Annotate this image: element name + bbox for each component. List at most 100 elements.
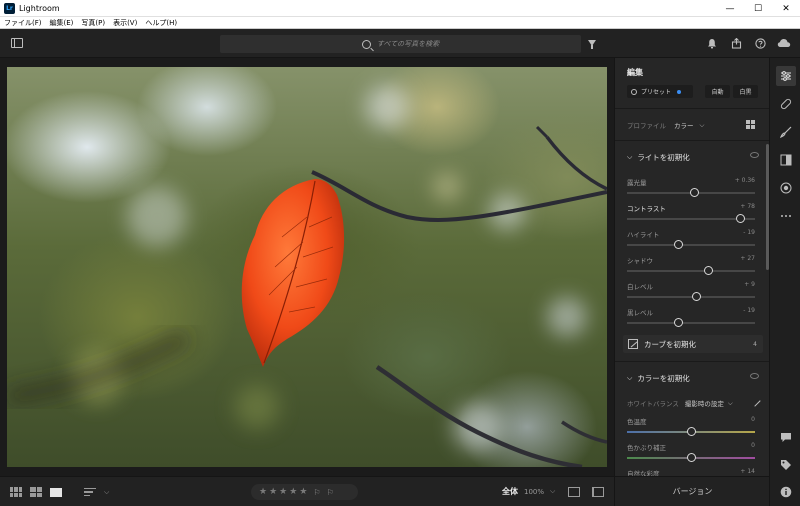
light-collapse-chevron-icon[interactable]: ⌵ bbox=[627, 153, 632, 162]
close-button[interactable]: ✕ bbox=[772, 0, 800, 17]
sort-chevron-icon[interactable]: ⌵ bbox=[104, 488, 109, 497]
slider-thumb[interactable] bbox=[674, 240, 684, 249]
cloud-sync-icon[interactable] bbox=[776, 35, 792, 51]
auto-button[interactable]: 自動 bbox=[705, 85, 730, 98]
detail-view-icon[interactable] bbox=[50, 487, 62, 497]
reject-flag-icon[interactable]: ⚐ bbox=[327, 488, 334, 497]
slider-track[interactable] bbox=[627, 244, 755, 246]
tag-icon[interactable] bbox=[776, 455, 796, 475]
search-bar[interactable]: すべての写真を検索 bbox=[220, 35, 581, 53]
photo-grid-view-icon[interactable] bbox=[30, 487, 42, 497]
slider-track[interactable] bbox=[627, 296, 755, 298]
tint-slider[interactable]: 色かぶり補正 0 bbox=[627, 442, 755, 468]
slider-label: 黒レベル bbox=[627, 309, 653, 317]
slider-value[interactable]: - 19 bbox=[743, 229, 755, 236]
menu-help[interactable]: ヘルプ(H) bbox=[145, 18, 177, 28]
comment-icon[interactable] bbox=[776, 427, 796, 447]
color-collapse-chevron-icon[interactable]: ⌵ bbox=[627, 374, 632, 383]
square-grid-view-icon[interactable] bbox=[10, 487, 22, 497]
search-input[interactable]: すべての写真を検索 bbox=[377, 39, 439, 49]
menu-edit[interactable]: 編集(E) bbox=[50, 18, 74, 28]
slider-value[interactable]: 0 bbox=[751, 416, 755, 423]
radial-icon[interactable] bbox=[776, 178, 796, 198]
color-section-header[interactable]: ⌵ カラーを初期化 bbox=[627, 373, 759, 384]
photo-preview[interactable] bbox=[7, 67, 607, 467]
slider-value[interactable]: - 19 bbox=[743, 307, 755, 314]
zoom-chevron-icon[interactable]: ⌵ bbox=[550, 487, 555, 496]
curve-section-header[interactable]: カーブを初期化 4 bbox=[623, 335, 763, 353]
star-rating-4[interactable]: ★ bbox=[289, 487, 297, 497]
light-section-header[interactable]: ⌵ ライトを初期化 bbox=[627, 152, 759, 163]
profile-chevron-icon[interactable]: ⌵ bbox=[700, 121, 705, 130]
healing-icon[interactable] bbox=[776, 94, 796, 114]
white-balance-row[interactable]: ホワイトバランス 撮影時の設定 ⌵ bbox=[627, 395, 761, 408]
menu-view[interactable]: 表示(V) bbox=[113, 18, 137, 28]
profile-browser-icon[interactable] bbox=[746, 120, 755, 129]
help-icon[interactable] bbox=[752, 35, 768, 51]
menu-file[interactable]: ファイル(F) bbox=[4, 18, 42, 28]
sort-icon[interactable] bbox=[84, 487, 96, 497]
filter-icon[interactable] bbox=[588, 40, 596, 49]
star-rating-1[interactable]: ★ bbox=[259, 487, 267, 497]
curve-icon bbox=[628, 339, 638, 349]
blacks-slider[interactable]: 黒レベル - 19 bbox=[627, 307, 755, 333]
temperature-slider[interactable]: 色温度 0 bbox=[627, 416, 755, 442]
slider-thumb[interactable] bbox=[692, 292, 702, 301]
presets-button[interactable]: プリセット bbox=[627, 85, 693, 98]
highlights-slider[interactable]: ハイライト - 19 bbox=[627, 229, 755, 255]
menu-bar: ファイル(F) 編集(E) 写真(P) 表示(V) ヘルプ(H) bbox=[0, 17, 800, 29]
profile-row[interactable]: プロファイル カラー ⌵ bbox=[627, 120, 757, 131]
view-mode-icons: ⌵ bbox=[10, 487, 109, 497]
slider-thumb[interactable] bbox=[686, 427, 696, 436]
exposure-slider[interactable]: 露光量 + 0.36 bbox=[627, 177, 755, 203]
slider-value[interactable]: + 78 bbox=[740, 203, 755, 210]
zoom-fit-button[interactable]: 全体 bbox=[502, 486, 518, 497]
share-icon[interactable] bbox=[728, 35, 744, 51]
split-view-icon[interactable] bbox=[592, 487, 604, 497]
star-rating-2[interactable]: ★ bbox=[269, 487, 277, 497]
slider-thumb[interactable] bbox=[686, 453, 696, 462]
notification-bell-icon[interactable] bbox=[704, 35, 720, 51]
before-after-icon[interactable] bbox=[568, 487, 580, 497]
white-balance-chevron-icon[interactable]: ⌵ bbox=[728, 399, 733, 408]
eyedropper-icon[interactable] bbox=[749, 395, 761, 407]
light-visibility-eye-icon[interactable] bbox=[750, 152, 759, 158]
presets-label: プリセット bbox=[641, 89, 672, 96]
pick-flag-icon[interactable]: ⚐ bbox=[313, 488, 320, 497]
more-icon[interactable] bbox=[776, 206, 796, 226]
slider-thumb[interactable] bbox=[736, 214, 746, 223]
slider-value[interactable]: + 14 bbox=[740, 468, 755, 475]
slider-value[interactable]: 0 bbox=[751, 442, 755, 449]
zoom-level[interactable]: 100% bbox=[524, 488, 544, 496]
rating-flag-box: ★ ★ ★ ★ ★ ⚐ ⚐ bbox=[251, 484, 358, 500]
maximize-button[interactable]: ☐ bbox=[744, 0, 772, 17]
slider-thumb[interactable] bbox=[674, 318, 684, 327]
slider-thumb[interactable] bbox=[703, 266, 713, 275]
edit-icon[interactable] bbox=[776, 66, 796, 86]
profile-value[interactable]: カラー bbox=[674, 120, 694, 130]
gradient-icon[interactable] bbox=[776, 150, 796, 170]
slider-value[interactable]: + 0.36 bbox=[735, 177, 755, 184]
slider-value[interactable]: + 9 bbox=[744, 281, 755, 288]
whites-slider[interactable]: 白レベル + 9 bbox=[627, 281, 755, 307]
minimize-button[interactable]: — bbox=[716, 0, 744, 17]
brush-icon[interactable] bbox=[776, 122, 796, 142]
info-icon[interactable] bbox=[776, 482, 796, 502]
color-visibility-eye-icon[interactable] bbox=[750, 373, 759, 379]
menu-photo[interactable]: 写真(P) bbox=[81, 18, 105, 28]
panel-toggle-icon[interactable] bbox=[11, 38, 23, 48]
star-rating-3[interactable]: ★ bbox=[279, 487, 287, 497]
star-rating-5[interactable]: ★ bbox=[299, 487, 307, 497]
divider bbox=[615, 140, 769, 141]
contrast-slider[interactable]: コントラスト + 78 bbox=[627, 203, 755, 229]
slider-track[interactable] bbox=[627, 270, 755, 272]
black-white-button[interactable]: 白黒 bbox=[733, 85, 758, 98]
slider-label: 白レベル bbox=[627, 283, 653, 291]
white-balance-value[interactable]: 撮影時の設定 bbox=[685, 398, 724, 408]
versions-button[interactable]: バージョン bbox=[615, 476, 769, 506]
slider-thumb[interactable] bbox=[690, 188, 700, 197]
slider-value[interactable]: + 27 bbox=[740, 255, 755, 262]
shadows-slider[interactable]: シャドウ + 27 bbox=[627, 255, 755, 281]
slider-track[interactable] bbox=[627, 322, 755, 324]
slider-label: 露光量 bbox=[627, 179, 647, 187]
